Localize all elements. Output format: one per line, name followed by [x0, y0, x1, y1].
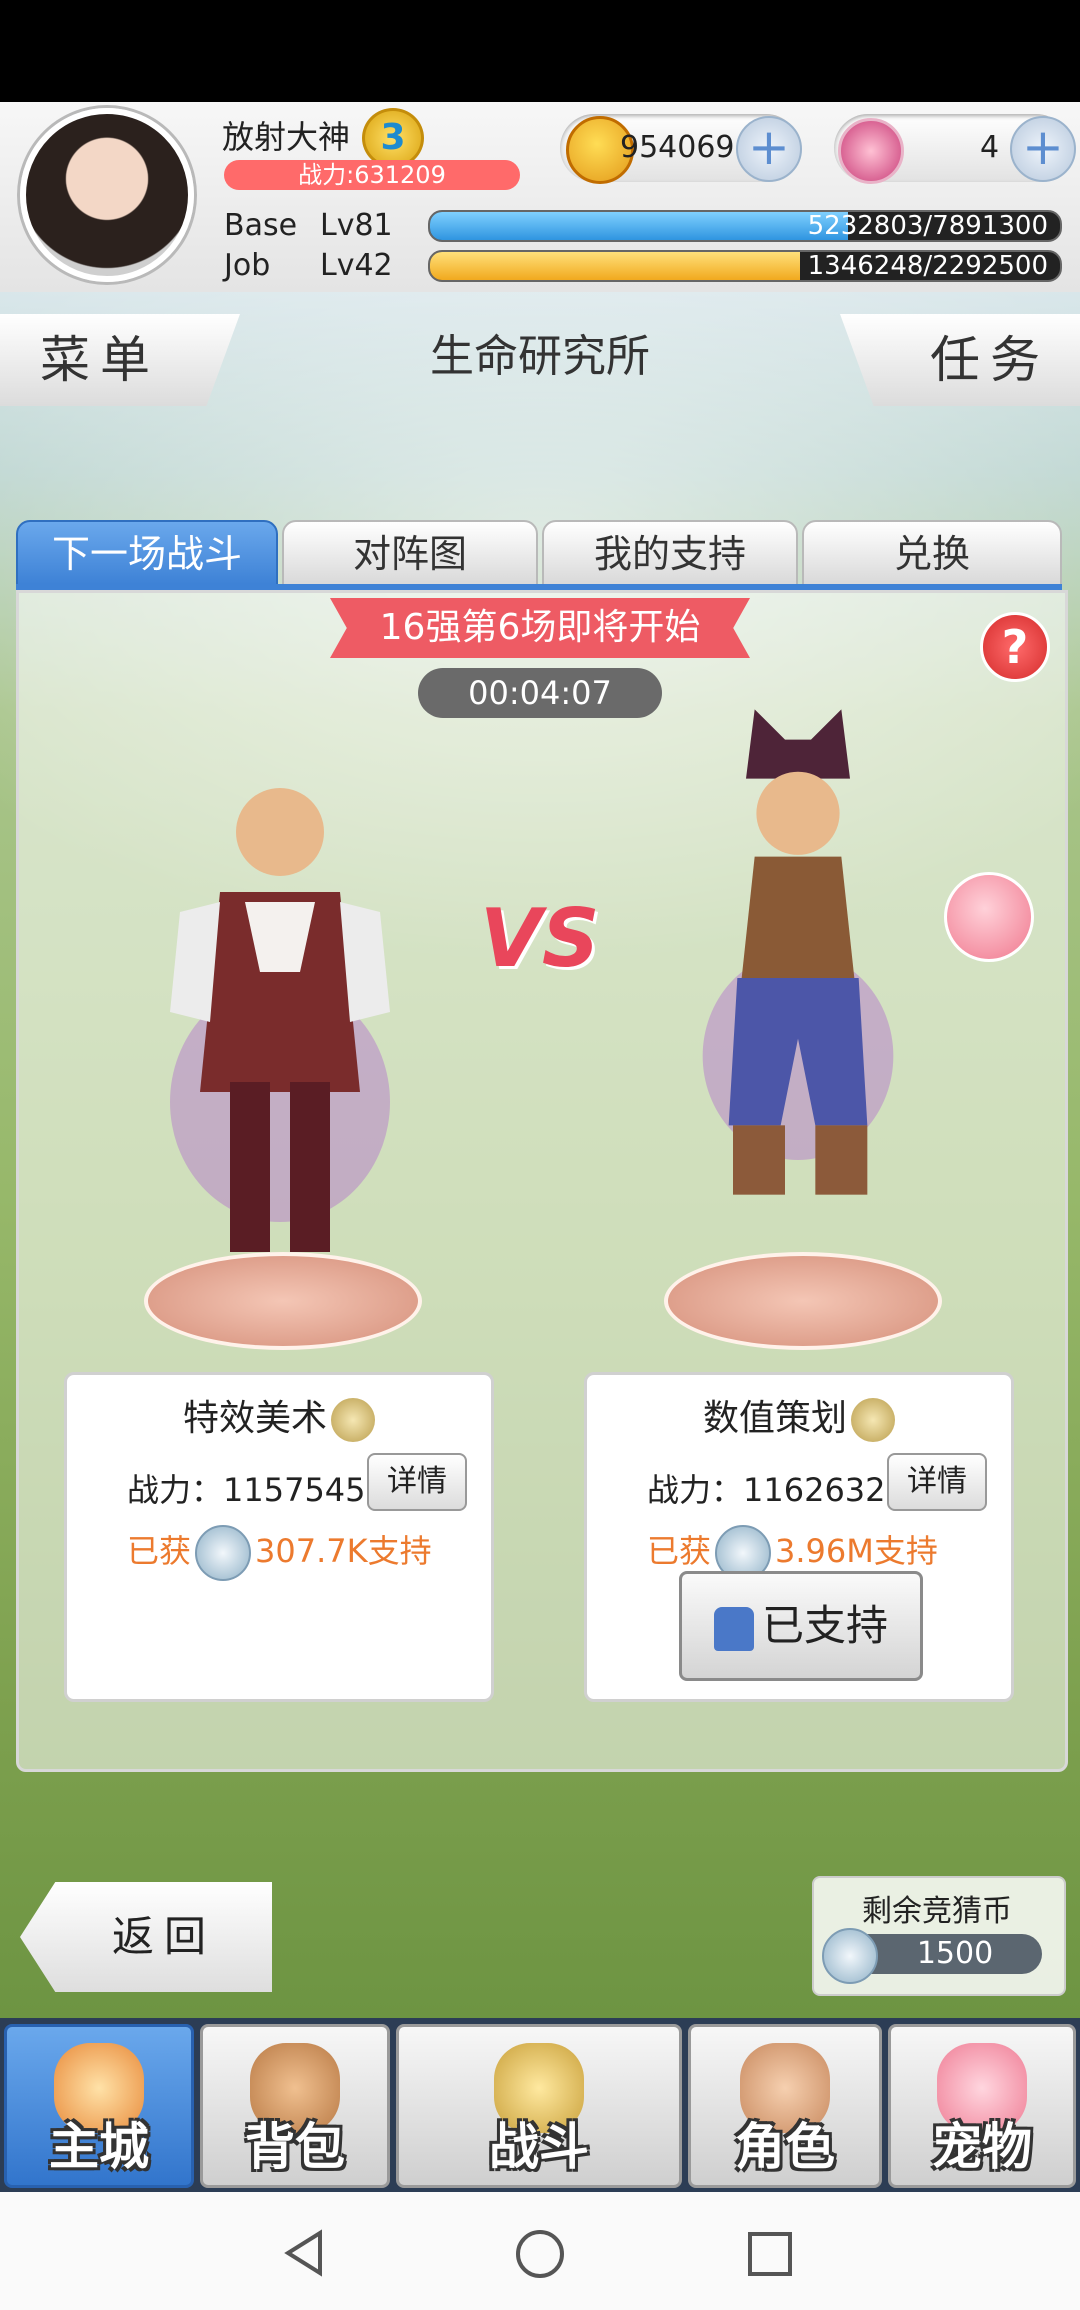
right-pedestal — [664, 1252, 942, 1350]
remaining-bet-coins-label: 剩余竞猜币 — [862, 1894, 1012, 1929]
supported-button[interactable]: 已支持 — [679, 1571, 923, 1681]
tab-exchange[interactable]: 兑换 — [802, 520, 1062, 586]
nav-battle-label: 战斗 — [489, 2118, 589, 2176]
add-coins-button[interactable]: + — [736, 116, 802, 182]
back-button[interactable]: 返回 — [20, 1882, 272, 1992]
base-exp-fill — [430, 212, 848, 240]
left-support-amount: 307.7K支持 — [255, 1532, 432, 1570]
gem-icon — [838, 118, 904, 184]
nav-backpack-label: 背包 — [245, 2118, 345, 2176]
right-fighter-name: 数值策划 — [702, 1398, 847, 1439]
right-fighter-power: 战力：1162632 — [647, 1471, 886, 1509]
right-support-prefix: 已获 — [647, 1532, 712, 1570]
medal-icon — [331, 1398, 375, 1442]
right-fighter-card: 数值策划 战力：1162632 详情 已获 3.96M支持 已支持 — [584, 1372, 1014, 1702]
countdown-timer: 00:04:07 — [418, 668, 662, 718]
left-fighter-name-row: 特效美术 — [67, 1389, 491, 1442]
betting-token-icon — [195, 1525, 252, 1581]
avatar[interactable] — [20, 108, 194, 282]
nav-character[interactable]: 角色 — [688, 2024, 882, 2188]
supported-label: 已支持 — [761, 1601, 888, 1650]
job-label: Job — [224, 248, 271, 283]
base-level: Lv81 — [320, 208, 393, 243]
back-triangle-icon[interactable] — [280, 2228, 330, 2278]
tab-bracket[interactable]: 对阵图 — [282, 520, 538, 586]
remaining-bet-coins-value: 1500 — [916, 1936, 994, 1971]
player-name: 放射大神 — [222, 118, 351, 156]
vs-label: VS — [480, 892, 600, 985]
betting-token-icon — [822, 1928, 878, 1984]
medal-icon — [851, 1398, 895, 1442]
tasks-button[interactable]: 任务 — [840, 314, 1080, 406]
left-detail-button[interactable]: 详情 — [367, 1453, 467, 1511]
match-banner: 16强第6场即将开始 — [330, 598, 750, 658]
nav-battle[interactable]: 战斗 — [396, 2024, 682, 2188]
gem-value: 4 — [980, 130, 1000, 165]
right-detail-button[interactable]: 详情 — [887, 1453, 987, 1511]
right-fighter-figure — [702, 709, 894, 1195]
player-power: 战力:631209 — [224, 160, 520, 190]
right-support-amount: 3.96M支持 — [775, 1532, 938, 1570]
thumbs-up-icon — [713, 1606, 754, 1651]
tab-my-support[interactable]: 我的支持 — [542, 520, 798, 586]
recents-square-icon[interactable] — [746, 2230, 794, 2278]
base-exp-bar: 5232803/7891300 — [428, 210, 1062, 242]
nav-pet-label: 宠物 — [932, 2118, 1032, 2176]
menu-button[interactable]: 菜单 — [0, 314, 240, 406]
status-bar — [0, 0, 1080, 102]
pet-icon[interactable] — [944, 872, 1034, 962]
left-fighter-power: 战力：1157545 — [127, 1471, 366, 1509]
base-label: Base — [224, 208, 298, 243]
system-nav-bar — [0, 2192, 1080, 2310]
nav-main-city[interactable]: 主城 — [4, 2024, 194, 2188]
nav-pet[interactable]: 宠物 — [888, 2024, 1076, 2188]
base-exp-text: 5232803/7891300 — [807, 211, 1048, 241]
job-exp-bar: 1346248/2292500 — [428, 250, 1062, 282]
page-title: 生命研究所 — [430, 331, 650, 382]
nav-main-city-label: 主城 — [49, 2118, 149, 2176]
job-level: Lv42 — [320, 248, 393, 283]
nav-backpack[interactable]: 背包 — [200, 2024, 390, 2188]
left-support-prefix: 已获 — [127, 1532, 192, 1570]
player-header: 放射大神 3 战力:631209 954069 + 4 + Base Lv81 … — [0, 102, 1080, 294]
left-support-row: 已获 307.7K支持 — [127, 1525, 432, 1581]
left-fighter-card: 特效美术 战力：1157545 详情 已获 307.7K支持 — [64, 1372, 494, 1702]
game-scene: 菜单 生命研究所 任务 下一场战斗 对阵图 我的支持 兑换 16强第6场即将开始… — [0, 292, 1080, 2022]
nav-character-label: 角色 — [735, 2118, 835, 2176]
help-icon[interactable]: ? — [980, 612, 1050, 682]
tab-next-battle[interactable]: 下一场战斗 — [16, 520, 278, 586]
left-fighter-name: 特效美术 — [182, 1398, 327, 1439]
job-exp-text: 1346248/2292500 — [807, 251, 1048, 281]
rank-badge-icon: 3 — [362, 108, 424, 168]
coin-value: 954069 — [620, 130, 735, 165]
add-gems-button[interactable]: + — [1010, 116, 1076, 182]
job-exp-fill — [430, 252, 800, 280]
left-fighter-figure — [170, 788, 390, 1252]
right-fighter-name-row: 数值策划 — [587, 1389, 1011, 1442]
home-circle-icon[interactable] — [514, 2228, 566, 2280]
